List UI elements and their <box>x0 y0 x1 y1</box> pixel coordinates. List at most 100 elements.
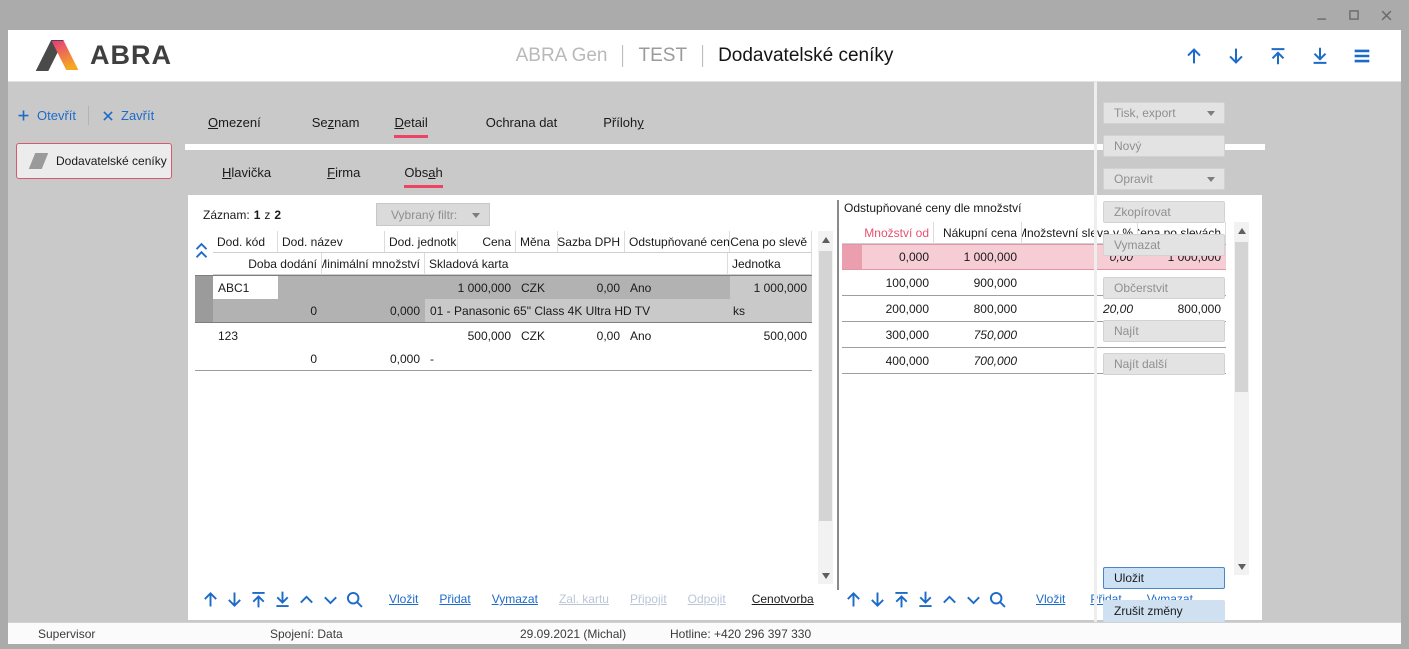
record-counter: Záznam: 1 z 2 <box>203 203 285 227</box>
divider <box>88 106 89 125</box>
insert-link[interactable]: Vložit <box>1036 592 1065 606</box>
save-button[interactable]: Uložit <box>1103 567 1225 589</box>
prev-icon[interactable] <box>296 589 317 610</box>
status-user: Supervisor <box>38 627 95 641</box>
move-down-icon[interactable] <box>224 589 245 610</box>
status-date: 29.09.2021 (Michal) <box>520 627 626 641</box>
find-next-button[interactable]: Najít další <box>1103 353 1225 375</box>
next-icon[interactable] <box>320 589 341 610</box>
column-header-cena-po-sleve[interactable]: Cena po slevě <box>730 231 812 253</box>
column-header-cena[interactable]: Cena <box>458 231 516 253</box>
move-first-icon[interactable] <box>1267 45 1289 67</box>
tab-obsah[interactable]: Obsah <box>404 165 442 188</box>
breadcrumb-separator <box>702 45 703 67</box>
move-up-icon[interactable] <box>843 589 864 610</box>
table-row[interactable]: 123 500,000 CZK 0,00 Ano 500,000 0 <box>195 324 812 371</box>
tab-ochrana-dat[interactable]: Ochrana dat <box>486 115 558 136</box>
scrollbar-thumb[interactable] <box>819 251 832 521</box>
column-header-sazba-dph[interactable]: Sazba DPH <box>558 231 625 253</box>
search-icon[interactable] <box>344 589 365 610</box>
maximize-icon[interactable] <box>1345 6 1363 24</box>
close-icon[interactable] <box>1377 6 1395 24</box>
close-tab-button-label: Zavřít <box>121 108 154 123</box>
column-header-doba-dodani[interactable]: Doba dodání <box>213 253 322 275</box>
supplier-items-section: Záznam: 1 z 2 Vybraný filtr: <box>188 195 838 620</box>
status-connection: Spojení: Data <box>270 627 343 641</box>
chevron-down-icon <box>1207 177 1215 182</box>
print-export-button[interactable]: Tisk, export <box>1103 102 1225 124</box>
move-first-icon[interactable] <box>891 589 912 610</box>
items-table-header-row2: Doba dodání Minimální množství Skladová … <box>195 253 812 275</box>
column-header-minimalni-mnozstvi[interactable]: Minimální množství <box>322 253 425 275</box>
open-button[interactable]: Otevřít <box>16 108 76 123</box>
sidebar: Otevřít Zavřít Dodavatelské ceníky <box>8 82 185 622</box>
row-marker <box>842 245 862 269</box>
column-header-mnozstvi-od[interactable]: Množství od <box>862 222 934 244</box>
move-last-icon[interactable] <box>272 589 293 610</box>
tab-detail[interactable]: Detail <box>394 115 427 138</box>
pricing-link[interactable]: Cenotvorba <box>752 592 814 606</box>
delete-button[interactable]: Vymazat <box>1103 234 1225 256</box>
column-header-dod-kod[interactable]: Dod. kód <box>213 231 278 253</box>
create-card-link: Zal. kartu <box>559 592 609 606</box>
move-last-icon[interactable] <box>1309 45 1331 67</box>
new-button[interactable]: Nový <box>1103 135 1225 157</box>
move-down-icon[interactable] <box>1225 45 1247 67</box>
tab-hlavicka[interactable]: Hlavička <box>222 165 271 186</box>
window-frame: ABRA ABRA Gen TEST Dodavatelské ceníky <box>8 30 1401 644</box>
delete-link[interactable]: Vymazat <box>492 592 538 606</box>
next-icon[interactable] <box>963 589 984 610</box>
sidebar-item-label: Dodavatelské ceníky <box>56 154 167 168</box>
breadcrumb: ABRA Gen TEST Dodavatelské ceníky <box>516 30 894 82</box>
chevron-down-icon <box>1207 111 1215 116</box>
column-header-nakupni-cena[interactable]: Nákupní cena <box>934 222 1022 244</box>
column-header-jednotka[interactable]: Jednotka <box>728 253 812 275</box>
column-header-mena[interactable]: Měna <box>516 231 558 253</box>
move-up-icon[interactable] <box>200 589 221 610</box>
open-button-label: Otevřít <box>37 108 76 123</box>
move-first-icon[interactable] <box>248 589 269 610</box>
abra-logo-icon <box>35 40 81 71</box>
find-button[interactable]: Najít <box>1103 320 1225 342</box>
move-up-icon[interactable] <box>1183 45 1205 67</box>
scrollbar[interactable] <box>818 231 833 584</box>
column-header-dod-nazev[interactable]: Dod. název <box>278 231 385 253</box>
table-row[interactable]: ABC1 1 000,000 CZK 0,00 Ano 1 000,000 0 <box>195 275 812 323</box>
app-header: ABRA ABRA Gen TEST Dodavatelské ceníky <box>8 30 1401 82</box>
scroll-down-icon[interactable] <box>818 567 833 584</box>
add-link[interactable]: Přidat <box>439 592 470 606</box>
edit-button[interactable]: Opravit <box>1103 168 1225 190</box>
action-panel: Tisk, export Nový Opravit Zkopírovat Vym… <box>1088 82 1401 622</box>
statusbar: Supervisor Spojení: Data 29.09.2021 (Mic… <box>8 622 1401 644</box>
tab-firma[interactable]: Firma <box>327 165 360 186</box>
cancel-changes-button[interactable]: Zrušit změny <box>1103 600 1225 622</box>
copy-button[interactable]: Zkopírovat <box>1103 201 1225 223</box>
prev-icon[interactable] <box>939 589 960 610</box>
status-hotline: Hotline: +420 296 397 330 <box>670 627 811 641</box>
record-current: 1 <box>254 208 261 222</box>
scroll-up-icon[interactable] <box>818 231 833 248</box>
insert-link[interactable]: Vložit <box>389 592 418 606</box>
move-down-icon[interactable] <box>867 589 888 610</box>
refresh-button[interactable]: Občerstvit <box>1103 277 1225 299</box>
items-table-header-row1: Dod. kód Dod. název Dod. jednotka Cena M… <box>195 231 812 253</box>
minimize-icon[interactable] <box>1313 6 1331 24</box>
filter-dropdown[interactable]: Vybraný filtr: <box>376 203 490 226</box>
dod-kod-cell[interactable]: ABC1 <box>213 276 278 299</box>
column-header-skladova-karta[interactable]: Skladová karta <box>425 253 728 275</box>
column-header-dod-jednotka[interactable]: Dod. jednotka <box>385 231 458 253</box>
row-marker <box>195 324 213 370</box>
attach-link: Připojit <box>630 592 667 606</box>
sidebar-item-dodavatelske-ceniky[interactable]: Dodavatelské ceníky <box>16 143 172 179</box>
column-header-odstupnovane-ceny[interactable]: Odstupňované ceny <box>625 231 730 253</box>
tab-prilohy[interactable]: Přílohy <box>603 115 643 136</box>
filter-dropdown-label: Vybraný filtr: <box>391 208 457 222</box>
record-total: 2 <box>274 208 281 222</box>
close-tab-button[interactable]: Zavřít <box>101 108 154 123</box>
menu-icon[interactable] <box>1351 45 1373 67</box>
search-icon[interactable] <box>987 589 1008 610</box>
move-last-icon[interactable] <box>915 589 936 610</box>
tab-omezeni[interactable]: Omezení <box>208 115 261 136</box>
tab-seznam[interactable]: Seznam <box>312 115 360 136</box>
plus-icon <box>16 108 31 123</box>
